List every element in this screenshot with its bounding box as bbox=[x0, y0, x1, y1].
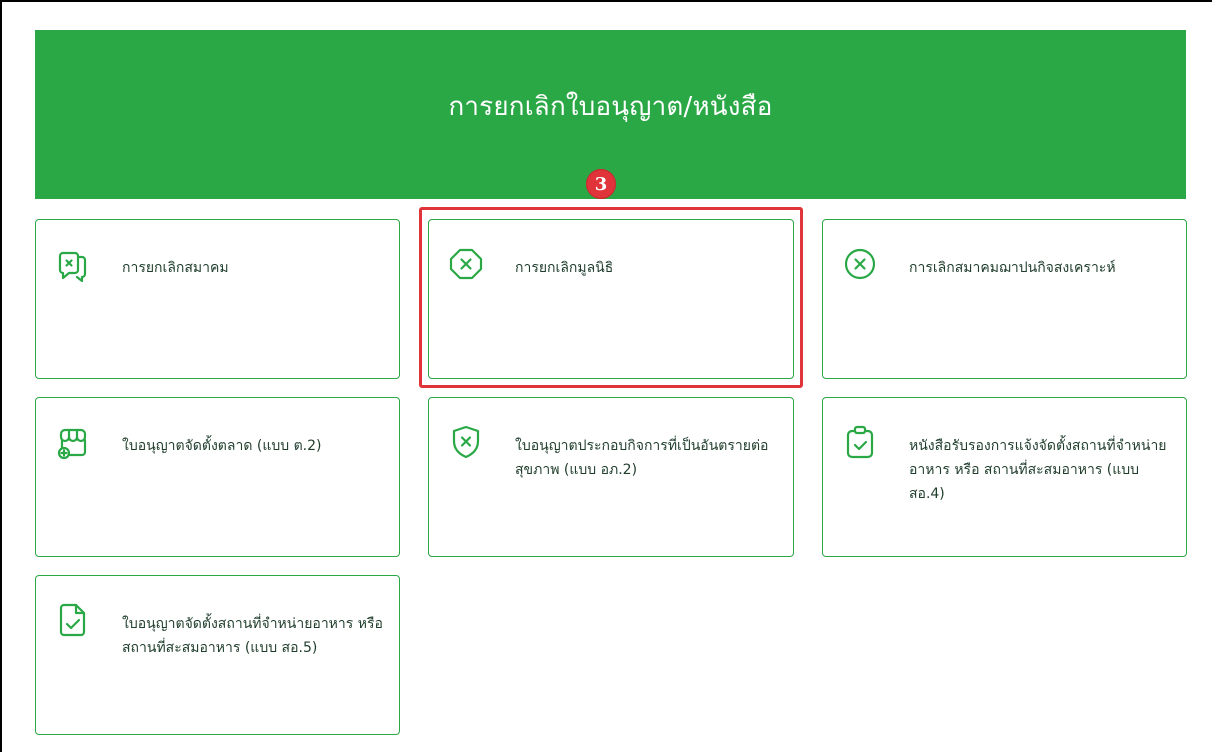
cancel-chat-icon bbox=[53, 244, 93, 284]
card-hazardous-business-license[interactable]: ใบอนุญาตประกอบกิจการที่เป็นอันตรายต่อสุข… bbox=[428, 397, 794, 557]
page-title: การยกเลิกใบอนุญาต/หนังสือ bbox=[448, 92, 773, 122]
card-label: การเลิกสมาคมฌาปนกิจสงเคราะห์ bbox=[909, 260, 1116, 276]
clipboard-check-icon bbox=[840, 422, 880, 462]
shield-cancel-icon bbox=[446, 422, 486, 462]
card-label: การยกเลิกสมาคม bbox=[122, 260, 229, 276]
card-label: หนังสือรับรองการแจ้งจัดตั้งสถานที่จำหน่า… bbox=[909, 438, 1167, 502]
card-cancel-association[interactable]: การยกเลิกสมาคม bbox=[35, 219, 400, 379]
cancel-circle-icon bbox=[840, 244, 880, 284]
highlight-box bbox=[419, 207, 803, 388]
card-label: ใบอนุญาตจัดตั้งตลาด (แบบ ต.2) bbox=[122, 438, 322, 454]
card-market-license[interactable]: ใบอนุญาตจัดตั้งตลาด (แบบ ต.2) bbox=[35, 397, 400, 557]
market-add-icon bbox=[53, 422, 93, 462]
card-food-place-certificate[interactable]: หนังสือรับรองการแจ้งจัดตั้งสถานที่จำหน่า… bbox=[822, 397, 1187, 557]
document-check-icon bbox=[53, 600, 93, 640]
card-label: ใบอนุญาตประกอบกิจการที่เป็นอันตรายต่อสุข… bbox=[515, 438, 769, 478]
card-dissolve-funeral-association[interactable]: การเลิกสมาคมฌาปนกิจสงเคราะห์ bbox=[822, 219, 1187, 379]
step-badge: 3 bbox=[586, 169, 616, 199]
card-food-place-license[interactable]: ใบอนุญาตจัดตั้งสถานที่จำหน่ายอาหาร หรือส… bbox=[35, 575, 400, 735]
card-label: ใบอนุญาตจัดตั้งสถานที่จำหน่ายอาหาร หรือส… bbox=[122, 616, 383, 656]
